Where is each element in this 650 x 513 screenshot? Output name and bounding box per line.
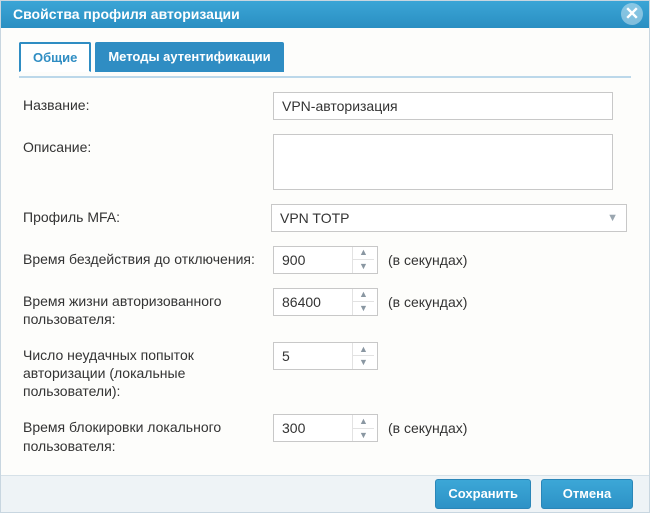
block-unit: (в секундах)	[388, 420, 467, 436]
cancel-button-label: Отмена	[563, 486, 611, 501]
fail-input[interactable]	[274, 343, 352, 369]
spinner-buttons: ▲ ▼	[352, 343, 374, 369]
tab-panel-general: Название: Описание: Профиль MFA: VPN TOT…	[19, 76, 631, 475]
cancel-button[interactable]: Отмена	[541, 479, 633, 509]
row-mfa: Профиль MFA: VPN TOTP ▼	[23, 204, 627, 232]
spinner-down-icon[interactable]: ▼	[353, 301, 374, 315]
fail-label: Число неудачных попыток авторизации (лок…	[23, 342, 273, 401]
spinner-up-icon[interactable]: ▲	[353, 289, 374, 302]
row-ttl: Время жизни авторизованного пользователя…	[23, 288, 627, 328]
spinner-down-icon[interactable]: ▼	[353, 259, 374, 273]
chevron-down-icon: ▼	[607, 212, 618, 224]
row-name: Название:	[23, 92, 627, 120]
spinner-up-icon[interactable]: ▲	[353, 415, 374, 428]
ttl-input[interactable]	[274, 289, 352, 315]
row-description: Описание:	[23, 134, 627, 190]
ttl-label: Время жизни авторизованного пользователя…	[23, 288, 273, 328]
name-input[interactable]	[273, 92, 613, 120]
block-input[interactable]	[274, 415, 352, 441]
tab-auth-methods[interactable]: Методы аутентификации	[95, 42, 283, 72]
fail-spinner[interactable]: ▲ ▼	[273, 342, 378, 370]
mfa-value: VPN TOTP	[280, 210, 350, 226]
row-block: Время блокировки локального пользователя…	[23, 414, 627, 454]
save-button-label: Сохранить	[448, 486, 518, 501]
spinner-up-icon[interactable]: ▲	[353, 343, 374, 356]
titlebar: Свойства профиля авторизации	[1, 1, 649, 28]
dialog-window: Свойства профиля авторизации Общие Метод…	[0, 0, 650, 513]
idle-label: Время бездействия до отключения:	[23, 246, 273, 268]
tab-bar: Общие Методы аутентификации	[19, 42, 631, 72]
close-icon	[626, 6, 638, 22]
idle-unit: (в секундах)	[388, 252, 467, 268]
spinner-buttons: ▲ ▼	[352, 289, 374, 315]
ttl-unit: (в секундах)	[388, 294, 467, 310]
tab-label: Общие	[33, 50, 77, 65]
mfa-select[interactable]: VPN TOTP ▼	[271, 204, 627, 232]
mfa-label: Профиль MFA:	[23, 204, 271, 226]
save-button[interactable]: Сохранить	[435, 479, 531, 509]
window-title: Свойства профиля авторизации	[13, 6, 240, 22]
close-button[interactable]	[621, 3, 643, 25]
spinner-up-icon[interactable]: ▲	[353, 247, 374, 260]
ttl-spinner[interactable]: ▲ ▼	[273, 288, 378, 316]
block-spinner[interactable]: ▲ ▼	[273, 414, 378, 442]
row-fail: Число неудачных попыток авторизации (лок…	[23, 342, 627, 401]
content-area: Общие Методы аутентификации Название: Оп…	[1, 28, 649, 475]
tab-label: Методы аутентификации	[108, 49, 270, 64]
row-idle: Время бездействия до отключения: ▲ ▼ (в …	[23, 246, 627, 274]
spinner-down-icon[interactable]: ▼	[353, 355, 374, 369]
spinner-down-icon[interactable]: ▼	[353, 428, 374, 442]
block-label: Время блокировки локального пользователя…	[23, 414, 273, 454]
dialog-footer: Сохранить Отмена	[1, 475, 649, 512]
description-label: Описание:	[23, 134, 273, 156]
spinner-buttons: ▲ ▼	[352, 247, 374, 273]
idle-spinner[interactable]: ▲ ▼	[273, 246, 378, 274]
tab-general[interactable]: Общие	[19, 42, 91, 72]
spinner-buttons: ▲ ▼	[352, 415, 374, 441]
idle-input[interactable]	[274, 247, 352, 273]
name-label: Название:	[23, 92, 273, 114]
description-input[interactable]	[273, 134, 613, 190]
